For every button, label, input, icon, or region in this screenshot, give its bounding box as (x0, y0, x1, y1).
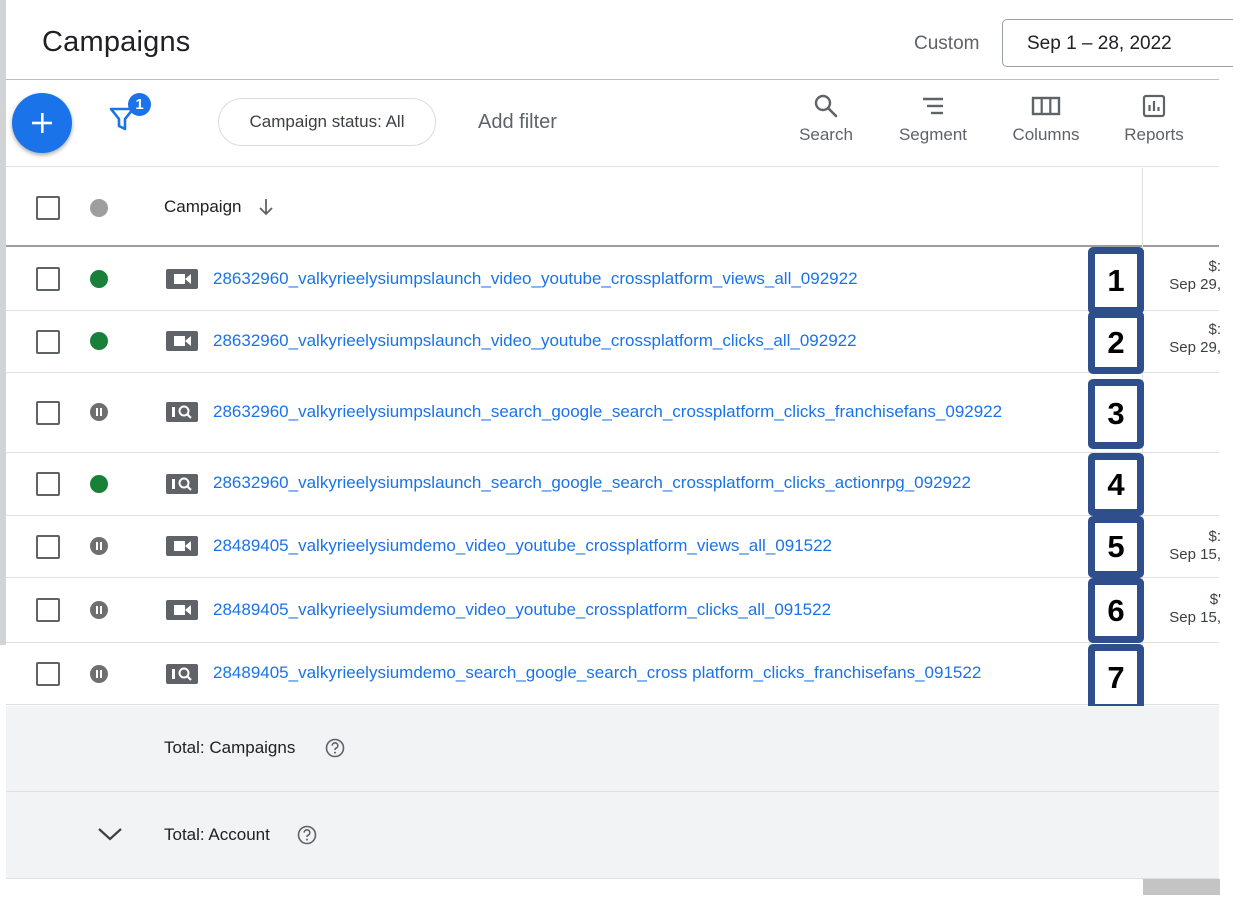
date-range-picker[interactable]: Sep 1 – 28, 2022 (1002, 19, 1233, 67)
row-number-marker: 5 (1088, 516, 1144, 578)
search-campaign-icon (166, 402, 198, 422)
row-number-marker: 3 (1088, 379, 1144, 449)
side-cell-top-text: $' (1209, 591, 1221, 608)
help-icon[interactable] (324, 737, 346, 759)
create-button[interactable] (12, 93, 72, 153)
campaign-name-link[interactable]: 28632960_valkyrieelysiumpslaunch_search_… (213, 402, 1002, 422)
page-title: Campaigns (42, 26, 191, 58)
segment-button[interactable]: Segment (892, 93, 974, 157)
side-cell-date-text: Sep 15, (1169, 546, 1221, 563)
table-row[interactable]: 28632960_valkyrieelysiumpslaunch_search_… (6, 453, 1219, 516)
add-filter-button[interactable]: Add filter (478, 111, 557, 134)
side-cell-top-text: $: (1208, 321, 1221, 338)
table-row[interactable]: 28632960_valkyrieelysiumpslaunch_search_… (6, 373, 1219, 453)
reports-icon (1142, 94, 1166, 118)
video-campaign-icon (166, 600, 198, 620)
search-campaign-icon (166, 664, 198, 684)
row-number-text: 5 (1095, 523, 1137, 571)
date-range-label: Custom (914, 33, 980, 54)
search-icon (814, 94, 838, 118)
side-column-cell: $' Sep 15, (1146, 591, 1221, 627)
row-number-marker: 6 (1088, 578, 1144, 643)
column-header-campaign[interactable]: Campaign (164, 197, 242, 217)
search-button[interactable]: Search (792, 93, 860, 157)
campaign-name-link[interactable]: 28632960_valkyrieelysiumpslaunch_search_… (213, 473, 971, 493)
search-label: Search (799, 125, 853, 144)
row-number-text: 2 (1095, 318, 1137, 367)
status-paused-icon[interactable] (90, 537, 108, 555)
campaign-name-link[interactable]: 28489405_valkyrieelysiumdemo_search_goog… (213, 663, 981, 683)
side-cell-date-text: Sep 15, (1169, 609, 1221, 626)
side-cell-top-text: $: (1208, 258, 1221, 275)
side-column-cell: $: Sep 29, (1146, 258, 1221, 294)
chevron-down-icon[interactable] (96, 824, 124, 844)
table-row[interactable]: 28632960_valkyrieelysiumpslaunch_video_y… (6, 247, 1221, 314)
table-row[interactable]: 28489405_valkyrieelysiumdemo_video_youtu… (6, 578, 1221, 643)
row-number-marker: 1 (1088, 247, 1144, 314)
row-number-text: 1 (1095, 254, 1137, 307)
sort-descending-icon[interactable] (258, 198, 274, 216)
row-checkbox[interactable] (36, 598, 60, 622)
side-cell-date-text: Sep 29, (1169, 276, 1221, 293)
row-number-marker: 4 (1088, 453, 1144, 516)
reports-button[interactable]: Reports (1118, 93, 1190, 157)
status-paused-icon[interactable] (90, 601, 108, 619)
campaign-name-link[interactable]: 28632960_valkyrieelysiumpslaunch_video_y… (213, 331, 857, 351)
page-header: Campaigns Custom Sep 1 – 28, 2022 (6, 0, 1233, 80)
date-range-value: Sep 1 – 28, 2022 (1027, 33, 1172, 54)
video-campaign-icon (166, 331, 198, 351)
row-number-marker: 7 (1088, 644, 1144, 711)
video-campaign-icon (166, 536, 198, 556)
total-campaigns-label: Total: Campaigns (164, 738, 296, 757)
side-cell-date-text: Sep 29, (1169, 339, 1221, 356)
row-number-text: 7 (1095, 651, 1137, 704)
select-all-checkbox[interactable] (36, 196, 60, 220)
status-paused-icon[interactable] (90, 665, 108, 683)
campaigns-panel: Campaigns Custom Sep 1 – 28, 2022 1 Camp… (6, 0, 1233, 908)
row-checkbox[interactable] (36, 535, 60, 559)
total-account-row: Total: Account (6, 792, 1219, 879)
status-enabled-icon[interactable] (90, 332, 108, 350)
side-column-cell: $: Sep 29, (1146, 321, 1221, 357)
plus-icon (32, 113, 52, 133)
row-checkbox[interactable] (36, 330, 60, 354)
columns-icon (1031, 96, 1061, 116)
row-checkbox[interactable] (36, 662, 60, 686)
table-row[interactable]: 28489405_valkyrieelysiumdemo_video_youtu… (6, 516, 1221, 578)
columns-button[interactable]: Columns (1006, 93, 1086, 157)
status-enabled-icon[interactable] (90, 270, 108, 288)
campaign-name-link[interactable]: 28489405_valkyrieelysiumdemo_video_youtu… (213, 536, 832, 556)
video-campaign-icon (166, 269, 198, 289)
row-checkbox[interactable] (36, 401, 60, 425)
side-column-cell: $: Sep 15, (1146, 528, 1221, 564)
campaign-name-link[interactable]: 28632960_valkyrieelysiumpslaunch_video_y… (213, 269, 858, 289)
filter-button[interactable]: 1 (106, 93, 154, 137)
reports-label: Reports (1124, 125, 1184, 144)
filter-count-badge: 1 (128, 93, 151, 116)
row-number-text: 6 (1095, 585, 1137, 636)
horizontal-scrollbar-thumb[interactable] (1143, 879, 1220, 895)
campaign-status-filter-chip[interactable]: Campaign status: All (218, 98, 436, 146)
toolbar: 1 Campaign status: All Add filter Search… (6, 81, 1219, 167)
segment-label: Segment (898, 125, 968, 144)
segment-icon (923, 97, 943, 115)
total-account-label: Total: Account (164, 825, 270, 844)
search-campaign-icon (166, 474, 198, 494)
row-checkbox[interactable] (36, 267, 60, 291)
campaign-name-link[interactable]: 28489405_valkyrieelysiumdemo_video_youtu… (213, 600, 831, 620)
total-campaigns-row: Total: Campaigns (6, 706, 1219, 792)
status-column-icon[interactable] (90, 199, 108, 217)
status-paused-icon[interactable] (90, 403, 108, 421)
row-number-text: 3 (1095, 386, 1137, 442)
status-enabled-icon[interactable] (90, 475, 108, 493)
row-number-text: 4 (1095, 460, 1137, 509)
table-row[interactable]: 28489405_valkyrieelysiumdemo_search_goog… (6, 643, 1219, 711)
row-number-marker: 2 (1088, 311, 1144, 374)
table-header-row: Campaign (6, 168, 1219, 247)
side-cell-top-text: $: (1208, 528, 1221, 545)
help-icon[interactable] (296, 824, 318, 846)
columns-label: Columns (1012, 125, 1080, 144)
row-checkbox[interactable] (36, 472, 60, 496)
table-row[interactable]: 28632960_valkyrieelysiumpslaunch_video_y… (6, 311, 1221, 374)
